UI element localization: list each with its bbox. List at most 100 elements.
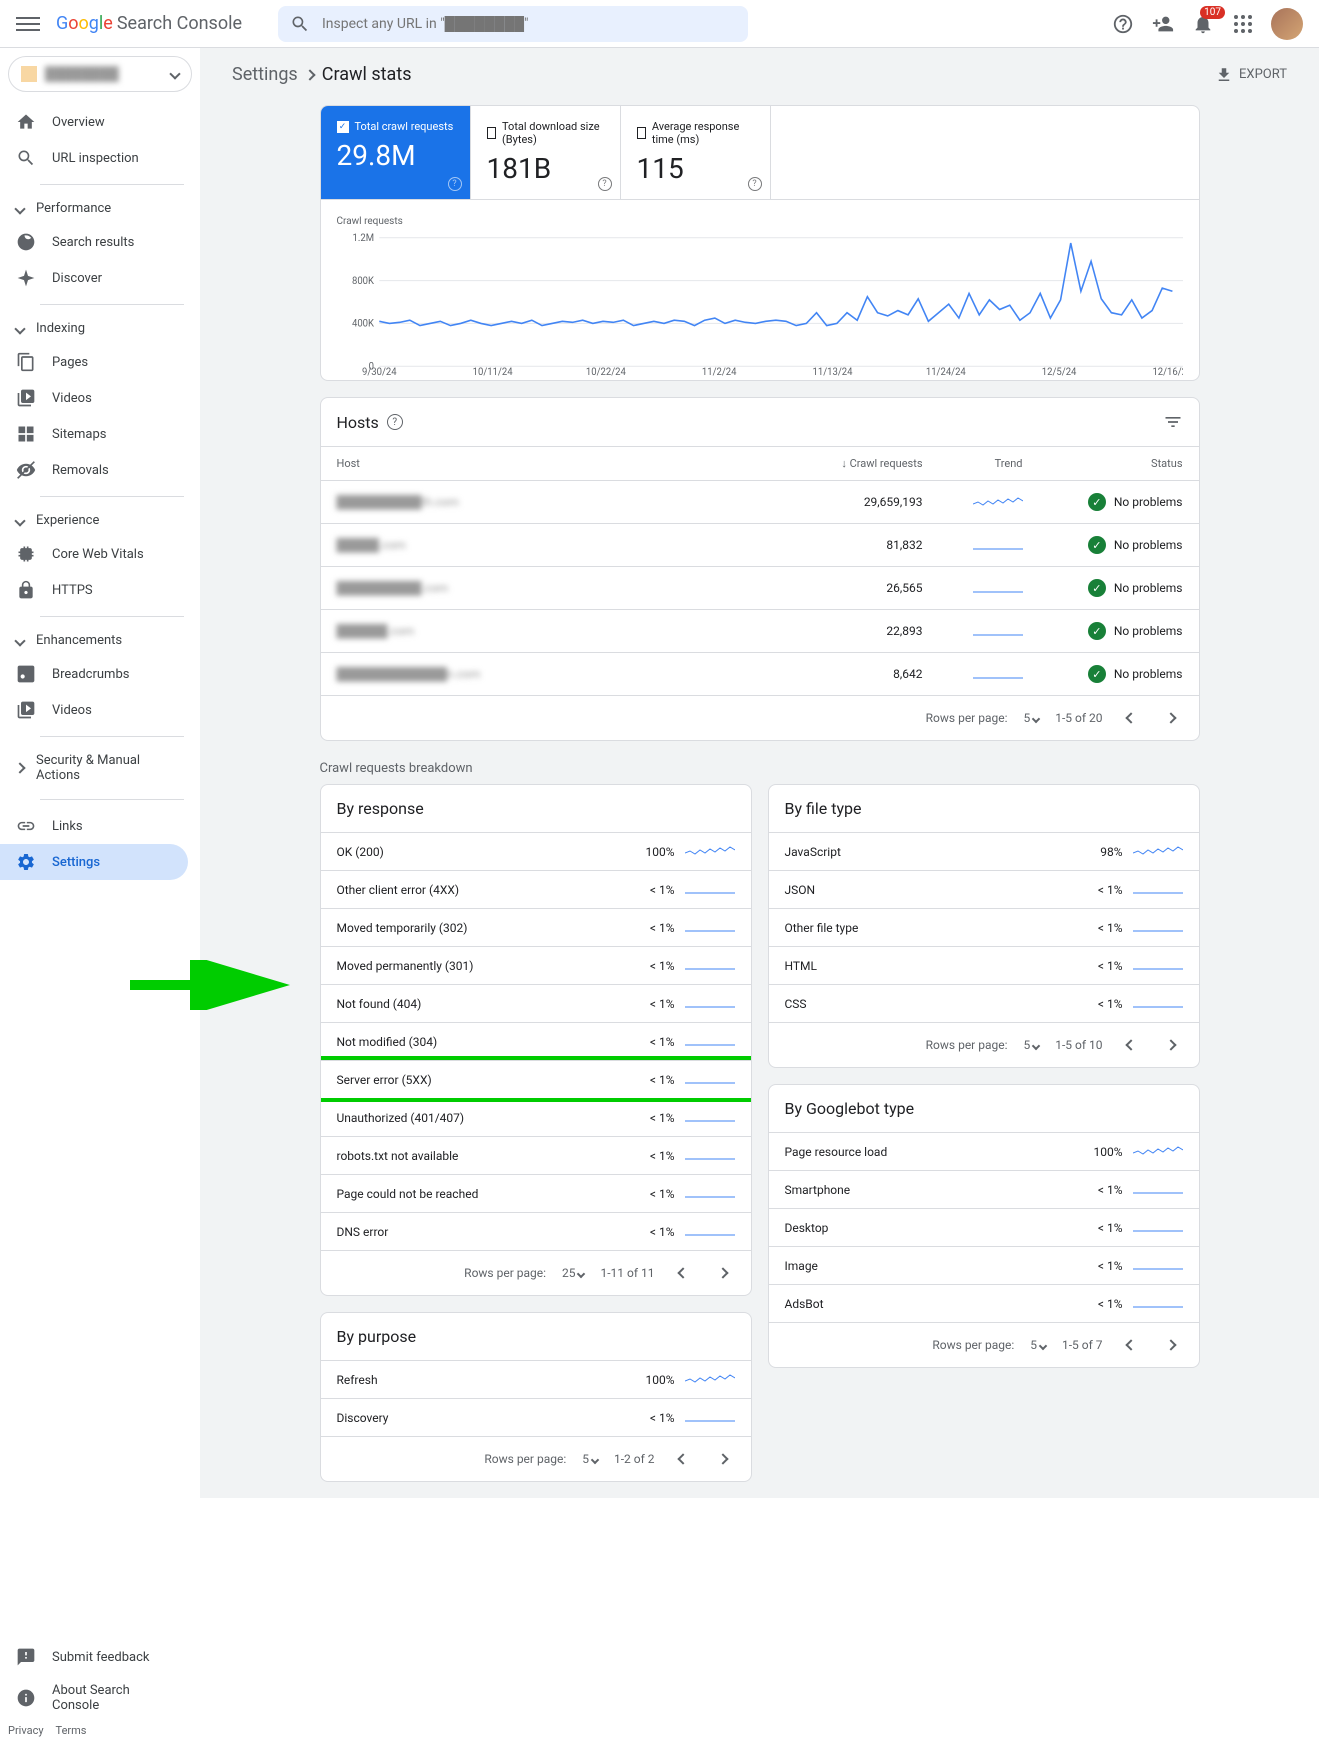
help-icon[interactable]: ? — [598, 177, 612, 191]
nav-breadcrumbs[interactable]: Breadcrumbs — [0, 656, 188, 692]
footer-privacy[interactable]: Privacy — [8, 1724, 44, 1737]
col-requests[interactable]: ↓ Crawl requests — [803, 457, 923, 470]
by-googlebot-row[interactable]: AdsBot < 1% — [769, 1284, 1199, 1322]
stat-tab-1[interactable]: Total download size (Bytes)181B? — [471, 106, 621, 199]
account-avatar[interactable] — [1271, 8, 1303, 40]
host-row[interactable]: ██████.com 22,893 ✓No problems — [321, 609, 1199, 652]
nav-links[interactable]: Links — [0, 808, 188, 844]
help-icon[interactable]: ? — [448, 177, 462, 191]
by-googlebot-row[interactable]: Desktop < 1% — [769, 1208, 1199, 1246]
prev-page-button[interactable] — [671, 1447, 695, 1471]
prev-page-button[interactable] — [1119, 1033, 1143, 1057]
hamburger-menu-icon[interactable] — [16, 12, 40, 36]
check-circle-icon: ✓ — [1088, 493, 1106, 511]
check-circle-icon: ✓ — [1088, 665, 1106, 683]
filter-icon[interactable] — [1163, 412, 1183, 432]
nav-discover[interactable]: Discover — [0, 260, 188, 296]
by-response-row[interactable]: OK (200) 100% — [321, 832, 751, 870]
rows-per-page-select[interactable]: 5 — [1024, 711, 1040, 725]
nav-sitemaps[interactable]: Sitemaps — [0, 416, 188, 452]
host-row[interactable]: █████.com 81,832 ✓No problems — [321, 523, 1199, 566]
prev-page-button[interactable] — [1119, 1333, 1143, 1357]
by-response-row[interactable]: Other client error (4XX) < 1% — [321, 870, 751, 908]
stat-tab-2[interactable]: Average response time (ms)115? — [621, 106, 771, 199]
by-response-row[interactable]: Page could not be reached < 1% — [321, 1174, 751, 1212]
nav-search-results[interactable]: Search results — [0, 224, 188, 260]
by-response-title: By response — [337, 799, 424, 818]
svg-text:12/16/24: 12/16/24 — [1152, 367, 1183, 377]
help-icon[interactable] — [1111, 12, 1135, 36]
svg-text:10/11/24: 10/11/24 — [472, 367, 513, 377]
by-googlebot-row[interactable]: Page resource load 100% — [769, 1132, 1199, 1170]
rows-per-page-select[interactable]: 25 — [562, 1266, 584, 1280]
nav-core-web-vitals[interactable]: Core Web Vitals — [0, 536, 188, 572]
export-button[interactable]: EXPORT — [1215, 66, 1287, 84]
breadcrumb: Settings Crawl stats EXPORT — [232, 64, 1287, 85]
nav-section-indexing[interactable]: Indexing — [0, 313, 200, 344]
nav-overview[interactable]: Overview — [0, 104, 188, 140]
footer-terms[interactable]: Terms — [56, 1724, 87, 1737]
host-row[interactable]: ██████████th.com 29,659,193 ✓No problems — [321, 480, 1199, 523]
by-response-row[interactable]: Not found (404) < 1% — [321, 984, 751, 1022]
by-googlebot-row[interactable]: Smartphone < 1% — [769, 1170, 1199, 1208]
by-filetype-row[interactable]: JSON < 1% — [769, 870, 1199, 908]
users-icon[interactable] — [1151, 12, 1175, 36]
nav-submit-feedback[interactable]: Submit feedback — [0, 1639, 188, 1675]
help-icon[interactable]: ? — [387, 414, 403, 430]
next-page-button[interactable] — [1159, 706, 1183, 730]
nav-videos[interactable]: Videos — [0, 380, 188, 416]
google-search-console-logo[interactable]: Google Search Console — [56, 13, 242, 34]
svg-text:400K: 400K — [351, 319, 374, 330]
host-row[interactable]: ██████████.com 26,565 ✓No problems — [321, 566, 1199, 609]
by-response-row[interactable]: Server error (5XX) < 1% — [321, 1060, 751, 1098]
caret-icon — [14, 762, 25, 773]
nav-url-inspection[interactable]: URL inspection — [0, 140, 188, 176]
by-purpose-row[interactable]: Refresh 100% — [321, 1360, 751, 1398]
by-response-row[interactable]: Not modified (304) < 1% — [321, 1022, 751, 1060]
nav-section-enhancements[interactable]: Enhancements — [0, 625, 200, 656]
by-filetype-row[interactable]: Other file type < 1% — [769, 908, 1199, 946]
nav-section-experience[interactable]: Experience — [0, 505, 200, 536]
search-input[interactable] — [322, 16, 736, 32]
nav-about[interactable]: About Search Console — [0, 1675, 188, 1721]
nav-settings[interactable]: Settings — [0, 844, 188, 880]
next-page-button[interactable] — [711, 1447, 735, 1471]
stat-tab-0[interactable]: ✓Total crawl requests29.8M? — [321, 106, 471, 199]
by-response-row[interactable]: Moved permanently (301) < 1% — [321, 946, 751, 984]
svg-text:12/5/24: 12/5/24 — [1041, 367, 1076, 377]
by-filetype-row[interactable]: CSS < 1% — [769, 984, 1199, 1022]
by-response-row[interactable]: robots.txt not available < 1% — [321, 1136, 751, 1174]
apps-icon[interactable] — [1231, 12, 1255, 36]
rows-per-page-select[interactable]: 5 — [1030, 1338, 1046, 1352]
next-page-button[interactable] — [1159, 1333, 1183, 1357]
nav-videos-enhancement[interactable]: Videos — [0, 692, 188, 728]
host-row[interactable]: █████████████n.com 8,642 ✓No problems — [321, 652, 1199, 695]
rows-per-page-select[interactable]: 5 — [582, 1452, 598, 1466]
notifications-icon[interactable]: 107 — [1191, 12, 1215, 36]
nav-section-security[interactable]: Security & Manual Actions — [0, 745, 200, 791]
nav-pages[interactable]: Pages — [0, 344, 188, 380]
next-page-button[interactable] — [711, 1261, 735, 1285]
prev-page-button[interactable] — [1119, 706, 1143, 730]
prev-page-button[interactable] — [671, 1261, 695, 1285]
by-response-row[interactable]: DNS error < 1% — [321, 1212, 751, 1250]
by-response-row[interactable]: Moved temporarily (302) < 1% — [321, 908, 751, 946]
nav-section-performance[interactable]: Performance — [0, 193, 200, 224]
svg-text:9/30/24: 9/30/24 — [362, 367, 397, 377]
rows-per-page-select[interactable]: 5 — [1024, 1038, 1040, 1052]
help-icon[interactable]: ? — [748, 177, 762, 191]
svg-text:800K: 800K — [351, 276, 374, 287]
nav-removals[interactable]: Removals — [0, 452, 188, 488]
check-circle-icon: ✓ — [1088, 622, 1106, 640]
breadcrumb-parent[interactable]: Settings — [232, 64, 298, 85]
col-trend: Trend — [923, 457, 1043, 470]
by-response-row[interactable]: Unauthorized (401/407) < 1% — [321, 1098, 751, 1136]
by-filetype-row[interactable]: HTML < 1% — [769, 946, 1199, 984]
url-inspection-search[interactable] — [278, 6, 748, 42]
by-googlebot-row[interactable]: Image < 1% — [769, 1246, 1199, 1284]
by-purpose-row[interactable]: Discovery < 1% — [321, 1398, 751, 1436]
by-filetype-row[interactable]: JavaScript 98% — [769, 832, 1199, 870]
nav-https[interactable]: HTTPS — [0, 572, 188, 608]
property-selector[interactable]: ████████ — [8, 56, 192, 92]
next-page-button[interactable] — [1159, 1033, 1183, 1057]
